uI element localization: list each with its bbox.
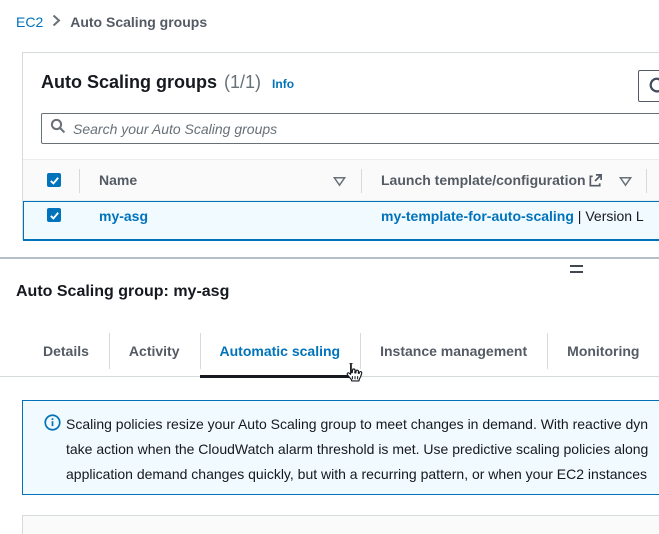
tab-label: Details bbox=[43, 343, 89, 359]
search-box bbox=[41, 113, 659, 144]
info-icon bbox=[44, 414, 61, 436]
column-divider bbox=[79, 169, 80, 193]
search-icon bbox=[50, 118, 66, 139]
column-divider bbox=[361, 169, 362, 193]
tab-label: Activity bbox=[129, 343, 180, 359]
row-checkbox[interactable] bbox=[47, 208, 61, 222]
search-input[interactable] bbox=[73, 121, 659, 137]
breadcrumb-link-ec2[interactable]: EC2 bbox=[16, 14, 43, 30]
tab-label: Automatic scaling bbox=[220, 343, 341, 359]
sort-icon-launch-template[interactable] bbox=[619, 174, 632, 192]
tab-automatic-scaling[interactable]: Automatic scaling bbox=[200, 325, 361, 376]
sort-icon-name[interactable] bbox=[333, 174, 346, 192]
select-all-checkbox[interactable] bbox=[47, 173, 61, 187]
table-row[interactable]: my-asg my-template-for-auto-scaling | Ve… bbox=[23, 201, 659, 241]
result-count: (1/1) bbox=[224, 72, 261, 93]
tab-monitoring[interactable]: Monitoring bbox=[547, 325, 659, 376]
tab-bar: Details Activity Automatic scaling Insta… bbox=[0, 325, 659, 377]
banner-line: Scaling policies resize your Auto Scalin… bbox=[66, 412, 648, 437]
banner-line: application demand changes quickly, but … bbox=[66, 462, 648, 487]
refresh-icon bbox=[648, 76, 659, 97]
breadcrumb: EC2 Auto Scaling groups bbox=[16, 14, 207, 30]
chevron-right-icon bbox=[52, 14, 61, 30]
info-banner: Scaling policies resize your Auto Scalin… bbox=[22, 400, 659, 495]
asg-table-card: Auto Scaling groups (1/1) Info Name bbox=[22, 52, 659, 240]
page-title: Auto Scaling groups bbox=[41, 72, 217, 93]
banner-line: take action when the CloudWatch alarm th… bbox=[66, 437, 648, 462]
breadcrumb-current: Auto Scaling groups bbox=[70, 14, 207, 30]
column-header-launch-template[interactable]: Launch template/configuration bbox=[381, 172, 586, 188]
info-link[interactable]: Info bbox=[272, 77, 294, 91]
split-panel: Auto Scaling group: my-asg Details Activ… bbox=[0, 257, 659, 534]
external-link-icon bbox=[588, 173, 603, 193]
scaling-policies-card bbox=[22, 515, 659, 534]
tab-label: Monitoring bbox=[567, 343, 639, 359]
page: EC2 Auto Scaling groups Auto Scaling gro… bbox=[0, 0, 659, 534]
tab-activity[interactable]: Activity bbox=[109, 325, 200, 376]
tab-details[interactable]: Details bbox=[23, 325, 109, 376]
refresh-button[interactable] bbox=[638, 70, 659, 102]
launch-template-version: | Version L bbox=[574, 208, 644, 224]
launch-template-link[interactable]: my-template-for-auto-scaling bbox=[381, 208, 574, 224]
column-header-name[interactable]: Name bbox=[99, 172, 137, 188]
tab-label: Instance management bbox=[380, 343, 527, 359]
table-header-row: Name Launch template/configuration bbox=[23, 159, 659, 201]
split-panel-title: Auto Scaling group: my-asg bbox=[16, 283, 229, 301]
asg-name-link[interactable]: my-asg bbox=[99, 208, 148, 224]
banner-text: Scaling policies resize your Auto Scalin… bbox=[66, 412, 648, 487]
tab-instance-management[interactable]: Instance management bbox=[360, 325, 547, 376]
column-divider bbox=[646, 169, 647, 193]
split-panel-drag-handle[interactable] bbox=[570, 265, 583, 273]
